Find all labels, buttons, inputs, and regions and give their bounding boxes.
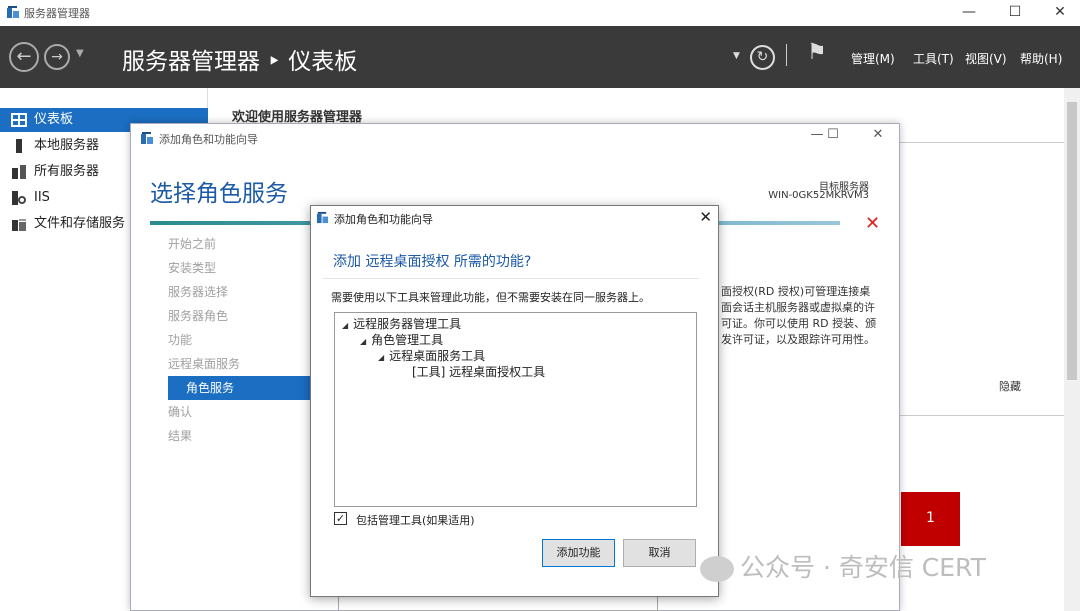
watermark-text: 公众号 · 奇安信 CERT [740, 553, 986, 582]
step-confirmation: 确认 [168, 405, 193, 419]
menu-view[interactable]: 视图(V) [965, 50, 1007, 67]
server-icon [16, 139, 22, 153]
dialog-title: 添加角色和功能向导 [334, 213, 433, 226]
cancel-button[interactable]: 取消 [623, 539, 696, 567]
error-x-icon: ✕ [865, 213, 881, 234]
window-title: 服务器管理器 [24, 7, 90, 20]
dialog-question: 添加 远程桌面授权 所需的功能? [333, 254, 532, 270]
sidebar-item-label: 文件和存储服务 [34, 216, 126, 231]
refresh-icon[interactable]: ↻ [750, 45, 775, 70]
step-before-you-begin: 开始之前 [168, 237, 217, 251]
add-features-dialog: 添加角色和功能向导 ✕ 添加 远程桌面授权 所需的功能? 需要使用以下工具来管理… [310, 205, 719, 597]
tree-node-label: [工具] 远程桌面授权工具 [412, 365, 546, 379]
dialog-close-icon[interactable]: ✕ [699, 208, 712, 226]
sidebar-item-label: 所有服务器 [34, 164, 100, 179]
forward-arrow-icon[interactable]: → [44, 44, 70, 70]
features-tree: ◢ 远程服务器管理工具 ◢ 角色管理工具 ◢ 远程桌面服务工具 [工具] 远程桌面授权… [334, 312, 697, 507]
tree-node[interactable]: ◢ 远程服务器管理工具 [342, 315, 461, 332]
expand-triangle-icon[interactable]: ◢ [342, 321, 348, 330]
sidebar-item-label: 本地服务器 [34, 138, 100, 153]
expand-triangle-icon[interactable]: ◢ [360, 337, 366, 346]
wizard-title-bar: 添加角色和功能向导 — ☐ ✕ [131, 124, 901, 152]
iis-icon [12, 191, 26, 205]
step-features: 功能 [168, 333, 193, 347]
dialog-message: 需要使用以下工具来管理此功能，但不需要安装在同一服务器上。 [331, 291, 650, 304]
server-manager-icon [7, 6, 19, 18]
tree-node-label: 角色管理工具 [371, 333, 444, 347]
step-results: 结果 [168, 429, 193, 443]
target-server-value: WIN-0GK52MKRVM3 [768, 190, 869, 201]
window-title-bar: 服务器管理器 — ☐ ✕ [0, 0, 1080, 26]
wechat-icon [700, 556, 734, 582]
step-rds: 远程桌面服务 [168, 357, 241, 371]
tree-node[interactable]: ◢ 远程桌面服务工具 [378, 347, 485, 364]
wizard-icon [141, 132, 153, 144]
dialog-separator [323, 278, 699, 279]
back-arrow-icon[interactable]: ← [9, 42, 39, 72]
tree-node[interactable]: ◢ 角色管理工具 [360, 331, 443, 348]
sidebar-item-label: IIS [34, 190, 50, 205]
wizard-maximize-button[interactable]: ☐ [821, 127, 845, 147]
include-tools-checkbox[interactable]: ✓ [334, 512, 347, 525]
hide-link[interactable]: 隐藏 [999, 378, 1021, 394]
include-tools-label: 包括管理工具(如果适用) [356, 514, 475, 527]
dialog-icon [316, 211, 329, 224]
step-role-services[interactable]: 角色服务 [168, 376, 312, 400]
role-description: 面授权(RD 授权)可管理连接桌面会话主机服务器或虚拟桌的许可证。你可以使用 R… [721, 285, 877, 346]
notifications-flag-icon[interactable]: ⚑ [807, 40, 827, 65]
page-title: 服务器管理器 ‣ 仪表板 [122, 49, 358, 75]
maximize-button[interactable]: ☐ [992, 0, 1038, 26]
menu-manage[interactable]: 管理(M) [851, 50, 895, 67]
menu-tools[interactable]: 工具(T) [913, 50, 954, 67]
wizard-close-button[interactable]: ✕ [866, 127, 890, 147]
add-features-button[interactable]: 添加功能 [542, 539, 615, 567]
header-bar: ← → ▼ 服务器管理器 ‣ 仪表板 ▼ ↻ ⚑ 管理(M) 工具(T) 视图(… [0, 26, 1080, 88]
dashboard-icon [11, 113, 27, 127]
wizard-heading: 选择角色服务 [150, 181, 288, 207]
servers-icon [12, 165, 26, 179]
tree-node[interactable]: [工具] 远程桌面授权工具 [412, 363, 545, 380]
close-button[interactable]: ✕ [1037, 0, 1080, 26]
alert-count-tile[interactable]: 1 [901, 492, 960, 546]
header-divider [786, 44, 787, 66]
storage-icon [12, 219, 26, 231]
watermark: 公众号 · 奇安信 CERT [700, 548, 986, 584]
history-dropdown-icon[interactable]: ▼ [76, 48, 84, 59]
tree-node-label: 远程服务器管理工具 [353, 317, 462, 331]
sidebar-item-label: 仪表板 [34, 112, 74, 127]
dialog-title-bar: 添加角色和功能向导 ✕ [311, 206, 720, 229]
step-server-selection: 服务器选择 [168, 285, 229, 299]
tree-node-label: 远程桌面服务工具 [389, 349, 486, 363]
refresh-dropdown-icon[interactable]: ▼ [733, 51, 740, 61]
wizard-title: 添加角色和功能向导 [159, 133, 258, 146]
minimize-button[interactable]: — [946, 0, 992, 26]
expand-triangle-icon[interactable]: ◢ [378, 353, 384, 362]
step-server-roles: 服务器角色 [168, 309, 229, 323]
menu-help[interactable]: 帮助(H) [1020, 50, 1062, 67]
main-scrollbar[interactable] [1064, 88, 1080, 611]
step-installation-type: 安装类型 [168, 261, 217, 275]
scrollbar-thumb[interactable] [1067, 102, 1077, 380]
